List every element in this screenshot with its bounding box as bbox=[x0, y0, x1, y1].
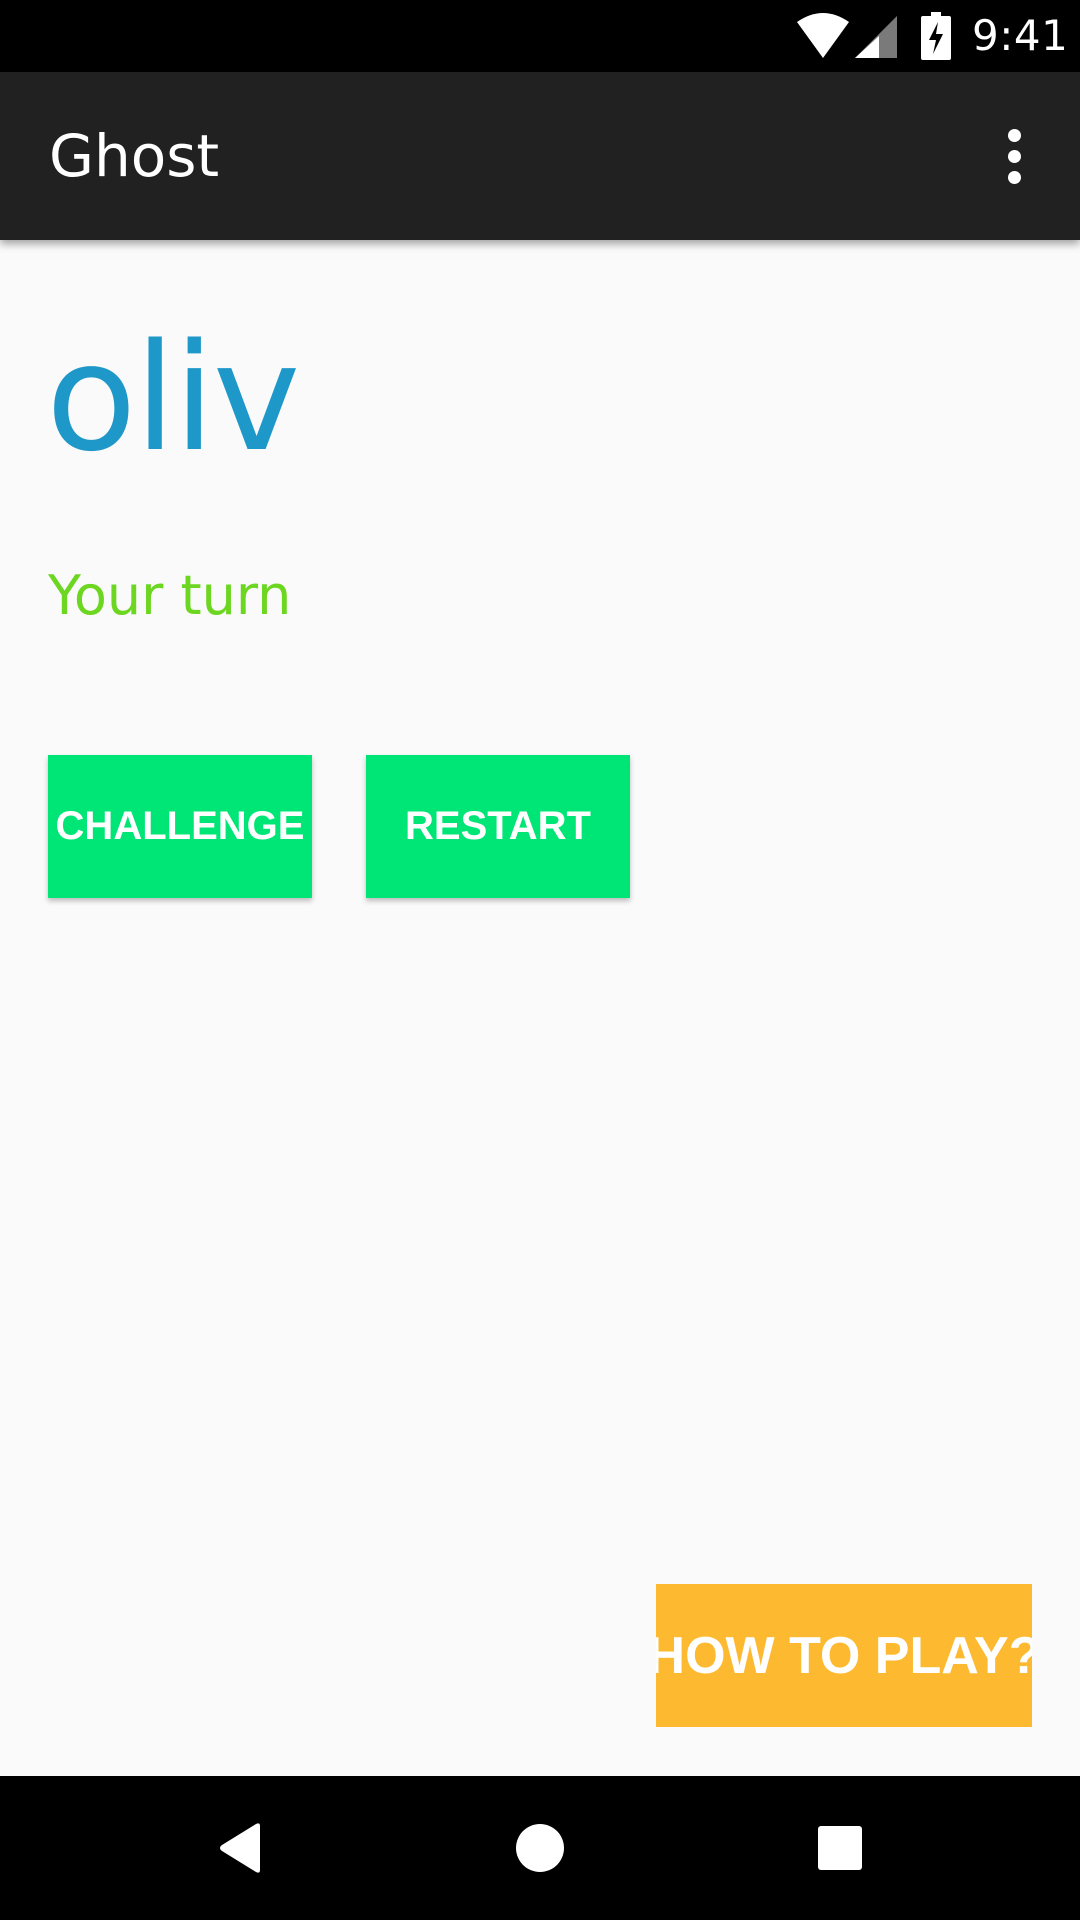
back-button[interactable] bbox=[192, 1800, 288, 1896]
restart-button[interactable]: RESTART bbox=[366, 755, 630, 898]
more-vert-icon bbox=[1007, 128, 1021, 142]
navigation-bar bbox=[0, 1776, 1080, 1920]
current-word: oliv bbox=[46, 312, 300, 484]
home-icon bbox=[516, 1824, 564, 1872]
more-options-button[interactable] bbox=[990, 122, 1038, 190]
status-bar: 9:41 bbox=[0, 0, 1080, 72]
status-time: 9:41 bbox=[972, 11, 1069, 60]
game-area: oliv Your turn CHALLENGE RESTART HOW TO … bbox=[0, 240, 1080, 1776]
more-vert-icon-dot bbox=[1007, 170, 1021, 184]
turn-status: Your turn bbox=[48, 564, 292, 627]
app-bar: Ghost bbox=[0, 72, 1080, 240]
app-title: Ghost bbox=[49, 122, 220, 190]
back-icon bbox=[220, 1823, 260, 1873]
recents-icon bbox=[818, 1826, 862, 1870]
more-vert-icon-dot bbox=[1007, 149, 1021, 163]
home-button[interactable] bbox=[492, 1800, 588, 1896]
how-to-play-button[interactable]: HOW TO PLAY? bbox=[656, 1584, 1032, 1727]
wifi-icon bbox=[797, 13, 849, 58]
challenge-button[interactable]: CHALLENGE bbox=[48, 755, 312, 898]
cell-signal-icon bbox=[855, 16, 897, 58]
recents-button[interactable] bbox=[792, 1800, 888, 1896]
battery-charging-icon bbox=[921, 12, 951, 60]
